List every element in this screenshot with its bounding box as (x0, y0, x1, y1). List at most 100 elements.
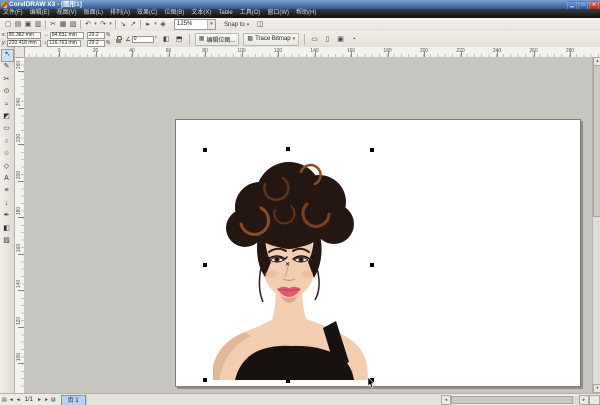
smart-fill-tool[interactable]: ◩ (1, 111, 12, 122)
interactive-blend-tool[interactable]: ≡ (1, 185, 12, 196)
ellipse-tool[interactable]: ○ (1, 136, 12, 147)
text-tool[interactable]: A (1, 173, 12, 184)
page-tab-1[interactable]: 页 1 (61, 395, 86, 405)
menu-item-10[interactable]: 工具(O) (240, 9, 261, 18)
menu-item-7[interactable]: 位图(B) (164, 9, 184, 18)
zoom-level-combo[interactable]: 125% ▾ (174, 19, 216, 30)
bitmap-color-mask-icon[interactable]: ▣ (334, 33, 347, 46)
zoom-tool[interactable]: ⊙ (1, 86, 12, 97)
menu-item-1[interactable]: 文件(F) (3, 9, 23, 18)
selection-handle[interactable] (203, 378, 207, 382)
snap-to-button[interactable]: Snap to ▾ (224, 22, 249, 28)
standard-toolbar-icons: ▢▤▣▥✂▦▧↶▾↷▾↘↗▸▾◈ (3, 19, 168, 30)
snap-dropdown-icon: ▾ (247, 22, 250, 28)
selection-center-marker[interactable]: ✕ (285, 263, 290, 267)
toolbar-separator (115, 20, 116, 29)
pick-tool[interactable]: ↖ (1, 49, 14, 62)
toolbox: ↖✎ ✂⊙ ≈◩▭ ○☆ ◇A≡ ↓✒ ◧▨ (0, 47, 15, 393)
scale-v-field[interactable]: 29.2 (87, 40, 105, 47)
propbar-extra-icons: ▭▯▣◔ (308, 33, 360, 46)
crop-bitmap-icon[interactable]: ▭ (308, 33, 321, 46)
selection-handle[interactable] (203, 148, 207, 152)
interactive-fill-tool[interactable]: ▨ (1, 235, 12, 246)
save-icon[interactable]: ▣ (23, 19, 33, 30)
outline-pen-tool[interactable]: ✒ (1, 210, 12, 221)
straighten-bitmap-icon[interactable]: ◔ (347, 33, 360, 46)
guidelines-setup-icon[interactable]: ◫ (255, 19, 265, 30)
first-page-icon[interactable]: ◄ (9, 395, 14, 405)
fill-tool[interactable]: ◧ (1, 223, 12, 234)
resample-bitmap-icon[interactable]: ▯ (321, 33, 334, 46)
freehand-tool[interactable]: ≈ (1, 99, 12, 110)
snap-to-label: Snap to (224, 22, 245, 28)
y-position-field[interactable]: 220.418 mm (7, 40, 41, 47)
v-ruler-number: 120 (16, 316, 22, 326)
add-page-end-icon[interactable]: ▤ (51, 395, 56, 405)
shape-tool[interactable]: ✎ (1, 61, 12, 72)
horizontal-scrollbar[interactable]: ◄ ► (441, 394, 589, 405)
paste-icon[interactable]: ▧ (68, 19, 78, 30)
menu-bar: 文件(F) 编辑(E) 视图(V) 版面(L) 排列(A) 效果(C) 位图(B) 文本(X)… (0, 9, 600, 18)
propbar-separator (189, 34, 190, 45)
last-page-icon[interactable]: ► (44, 395, 49, 405)
selection-handle[interactable] (370, 148, 374, 152)
basic-shapes-tool[interactable]: ◇ (1, 161, 12, 172)
redo-dropdown-icon[interactable]: ▾ (108, 19, 113, 30)
print-icon[interactable]: ▥ (33, 19, 43, 30)
crop-tool[interactable]: ✂ (1, 74, 12, 85)
cut-icon[interactable]: ✂ (48, 19, 58, 30)
menu-item-3[interactable]: 视图(V) (57, 9, 77, 18)
scroll-right-icon[interactable]: ► (579, 395, 589, 405)
copy-icon[interactable]: ▦ (58, 19, 68, 30)
scrollbar-corner (589, 395, 600, 405)
next-page-icon[interactable]: ► (37, 395, 42, 405)
page-nav-right: ►►▤ (37, 395, 56, 405)
toolbar-separator (80, 20, 81, 29)
menu-item-5[interactable]: 排列(A) (110, 9, 130, 18)
polygon-tool[interactable]: ☆ (1, 148, 12, 159)
menu-item-9[interactable]: Table (218, 9, 232, 18)
import-icon[interactable]: ↘ (118, 19, 128, 30)
horizontal-scroll-thumb[interactable] (451, 396, 573, 404)
horizontal-scroll-track[interactable] (451, 396, 579, 404)
mirror-horizontal-button[interactable]: ◧ (160, 33, 173, 46)
new-document-icon[interactable]: ▢ (3, 19, 13, 30)
nonproportional-scaling-lock-icon[interactable] (116, 36, 122, 43)
trace-bitmap-button[interactable]: ▩ Trace Bitmap ▾ (243, 33, 299, 46)
open-icon[interactable]: ▤ (13, 19, 23, 30)
menu-item-6[interactable]: 效果(C) (137, 9, 157, 18)
zoom-dropdown-icon[interactable]: ▾ (207, 20, 215, 29)
edit-bitmap-label: 编辑位图... (206, 35, 235, 44)
edit-bitmap-button[interactable]: ▦ 编辑位图... (195, 33, 240, 46)
selection-handle[interactable] (286, 147, 290, 151)
menu-item-2[interactable]: 编辑(E) (30, 9, 50, 18)
scroll-down-icon[interactable]: ▼ (593, 384, 600, 393)
menu-item-12[interactable]: 帮助(H) (296, 9, 316, 18)
vertical-scrollbar[interactable]: ▲ ▼ (592, 57, 600, 393)
vertical-scroll-thumb[interactable] (593, 65, 600, 217)
redo-icon[interactable]: ↷ (98, 19, 108, 30)
corel-online-icon[interactable]: ◈ (158, 19, 168, 30)
selection-handle[interactable] (203, 263, 207, 267)
add-page-icon[interactable]: ▤ (2, 395, 7, 405)
rectangle-tool[interactable]: ▭ (1, 123, 12, 134)
undo-icon[interactable]: ↶ (83, 19, 93, 30)
x-position-field[interactable]: 80.382 mm (7, 32, 41, 39)
object-height-field[interactable]: 116.763 mm (47, 40, 81, 47)
prev-page-icon[interactable]: ◄ (16, 395, 21, 405)
mirror-vertical-button[interactable]: ⬒ (173, 33, 186, 46)
export-icon[interactable]: ↗ (128, 19, 138, 30)
object-width-field[interactable]: 84.831 mm (50, 32, 84, 39)
scroll-left-icon[interactable]: ◄ (441, 395, 451, 405)
eyedropper-tool[interactable]: ↓ (1, 198, 12, 209)
rotation-unit: ° (155, 36, 157, 42)
menu-item-8[interactable]: 文本(X) (191, 9, 211, 18)
menu-item-4[interactable]: 版面(L) (84, 9, 103, 18)
menu-item-11[interactable]: 窗口(W) (267, 9, 289, 18)
scale-h-field[interactable]: 29.2 (87, 32, 105, 39)
selection-handle[interactable] (286, 379, 290, 383)
selection-handle[interactable] (370, 263, 374, 267)
application-launcher-icon[interactable]: ▸ (143, 19, 153, 30)
rotation-angle-field[interactable]: 0 (132, 36, 154, 43)
rotation-icon: ∠ (125, 36, 130, 43)
